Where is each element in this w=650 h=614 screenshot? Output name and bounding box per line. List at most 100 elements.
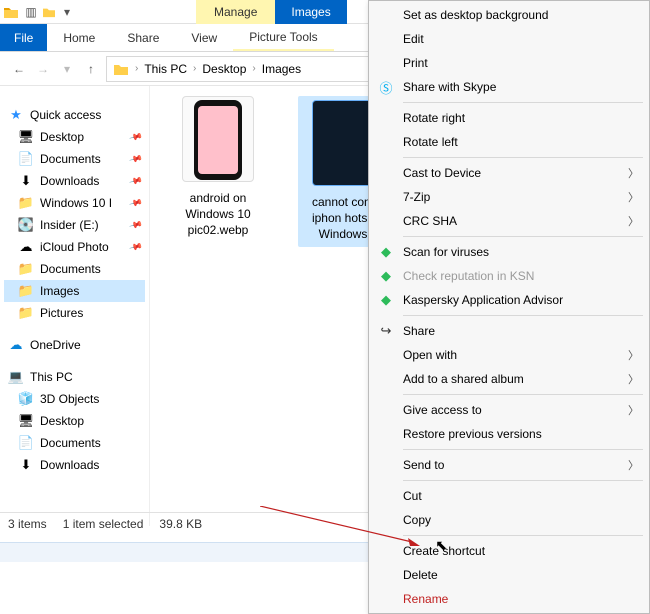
ctx-restore-prev[interactable]: Restore previous versions	[369, 422, 649, 446]
ctx-copy[interactable]: Copy	[369, 508, 649, 532]
folder-icon: 📁	[18, 195, 34, 211]
separator	[403, 394, 643, 395]
documents-icon: 📄	[18, 435, 34, 451]
status-selection: 1 item selected	[63, 517, 144, 531]
thumbnail	[182, 96, 254, 182]
recent-dropdown[interactable]: ▾	[58, 62, 76, 76]
context-menu: Set as desktop background Edit Print ⓈSh…	[368, 0, 650, 614]
back-button[interactable]: ←	[10, 62, 28, 76]
status-count: 3 items	[8, 517, 47, 531]
folder-icon: 📁	[18, 283, 34, 299]
ctx-give-access[interactable]: Give access to〉	[369, 398, 649, 422]
desktop-icon: 🖥	[18, 413, 34, 429]
sidebar-item-win10[interactable]: 📁Windows 10 I	[4, 192, 145, 214]
separator	[403, 535, 643, 536]
contextual-tab-images[interactable]: Images	[275, 0, 346, 24]
ctx-share[interactable]: ↪Share	[369, 319, 649, 343]
separator	[403, 449, 643, 450]
sidebar-item-documents3[interactable]: 📄Documents	[4, 432, 145, 454]
view-tab[interactable]: View	[175, 24, 233, 51]
chevron-right-icon: 〉	[628, 165, 639, 181]
ctx-send-to[interactable]: Send to〉	[369, 453, 649, 477]
qat-item-2[interactable]	[40, 3, 58, 21]
file-caption: android on Windows 10 pic02.webp	[168, 190, 268, 239]
ctx-cut[interactable]: Cut	[369, 484, 649, 508]
up-button[interactable]: ↑	[82, 62, 100, 76]
sidebar-item-documents[interactable]: 📄Documents	[4, 148, 145, 170]
separator	[403, 157, 643, 158]
ctx-rotate-left[interactable]: Rotate left	[369, 130, 649, 154]
qat-dropdown[interactable]: ▾	[58, 3, 76, 21]
drive-icon: 💽	[18, 217, 34, 233]
ctx-delete[interactable]: Delete	[369, 563, 649, 587]
picture-tools-tab[interactable]: Picture Tools	[233, 24, 333, 51]
ctx-add-shared-album[interactable]: Add to a shared album〉	[369, 367, 649, 391]
chevron-right-icon: 〉	[628, 189, 639, 205]
thispc-header[interactable]: 💻This PC	[4, 366, 145, 388]
quick-access-label: Quick access	[30, 108, 101, 122]
file-item[interactable]: android on Windows 10 pic02.webp	[168, 96, 268, 239]
qat-item-1[interactable]: ▥	[22, 3, 40, 21]
sidebar-item-pictures[interactable]: 📁Pictures	[4, 302, 145, 324]
ctx-set-desktop-bg[interactable]: Set as desktop background	[369, 3, 649, 27]
breadcrumb-leaf[interactable]: Images	[262, 62, 301, 76]
separator	[403, 236, 643, 237]
shield-icon: ◆	[377, 267, 395, 285]
shield-icon: ◆	[377, 243, 395, 261]
sidebar-item-downloads[interactable]: ⬇Downloads	[4, 170, 145, 192]
ctx-print[interactable]: Print	[369, 51, 649, 75]
folder-icon: 📁	[18, 305, 34, 321]
ctx-7zip[interactable]: 7-Zip〉	[369, 185, 649, 209]
contextual-tab-manage[interactable]: Manage	[196, 0, 275, 24]
ctx-create-shortcut[interactable]: Create shortcut	[369, 539, 649, 563]
window-icon	[0, 2, 22, 22]
ctx-crc-sha[interactable]: CRC SHA〉	[369, 209, 649, 233]
ctx-kaspersky-advisor[interactable]: ◆Kaspersky Application Advisor	[369, 288, 649, 312]
ctx-edit[interactable]: Edit	[369, 27, 649, 51]
onedrive-icon: ☁	[8, 337, 24, 353]
chevron-right-icon: 〉	[628, 402, 639, 418]
downloads-icon: ⬇	[18, 457, 34, 473]
sidebar-item-3dobjects[interactable]: 🧊3D Objects	[4, 388, 145, 410]
ctx-share-skype[interactable]: ⓈShare with Skype	[369, 75, 649, 99]
ctx-open-with[interactable]: Open with〉	[369, 343, 649, 367]
chevron-right-icon: 〉	[628, 457, 639, 473]
quick-access-header[interactable]: ★ Quick access	[4, 104, 145, 126]
separator	[403, 480, 643, 481]
folder-icon	[113, 62, 129, 76]
cursor-icon: ⬉	[435, 537, 447, 554]
shield-icon: ◆	[377, 291, 395, 309]
home-tab[interactable]: Home	[47, 24, 111, 51]
chevron-right-icon: 〉	[628, 213, 639, 229]
sidebar-item-desktop2[interactable]: 🖥Desktop	[4, 410, 145, 432]
sidebar-item-downloads2[interactable]: ⬇Downloads	[4, 454, 145, 476]
chevron-right-icon: 〉	[628, 347, 639, 363]
chevron-right-icon: ›	[252, 63, 255, 74]
sidebar-item-icloud[interactable]: ☁iCloud Photo	[4, 236, 145, 258]
desktop-icon: 🖥	[18, 129, 34, 145]
separator	[403, 315, 643, 316]
breadcrumb-mid[interactable]: Desktop	[202, 62, 246, 76]
sidebar-item-insider[interactable]: 💽Insider (E:)	[4, 214, 145, 236]
star-icon: ★	[8, 107, 24, 123]
chevron-right-icon: ›	[193, 63, 196, 74]
ctx-rename[interactable]: Rename	[369, 587, 649, 611]
documents-icon: 📄	[18, 151, 34, 167]
breadcrumb-root[interactable]: This PC	[144, 62, 187, 76]
ctx-rotate-right[interactable]: Rotate right	[369, 106, 649, 130]
folder-icon: 📁	[18, 261, 34, 277]
onedrive-header[interactable]: ☁OneDrive	[4, 334, 145, 356]
nav-pane: ★ Quick access 🖥Desktop 📄Documents ⬇Down…	[0, 86, 150, 526]
skype-icon: Ⓢ	[377, 78, 395, 96]
3d-icon: 🧊	[18, 391, 34, 407]
status-size: 39.8 KB	[159, 517, 202, 531]
share-tab[interactable]: Share	[111, 24, 175, 51]
ctx-scan-viruses[interactable]: ◆Scan for viruses	[369, 240, 649, 264]
sidebar-item-documents2[interactable]: 📁Documents	[4, 258, 145, 280]
file-tab[interactable]: File	[0, 24, 47, 51]
sidebar-item-desktop[interactable]: 🖥Desktop	[4, 126, 145, 148]
ctx-cast[interactable]: Cast to Device〉	[369, 161, 649, 185]
sidebar-item-images[interactable]: 📁Images	[4, 280, 145, 302]
cloud-icon: ☁	[18, 239, 34, 255]
ctx-check-ksn: ◆Check reputation in KSN	[369, 264, 649, 288]
